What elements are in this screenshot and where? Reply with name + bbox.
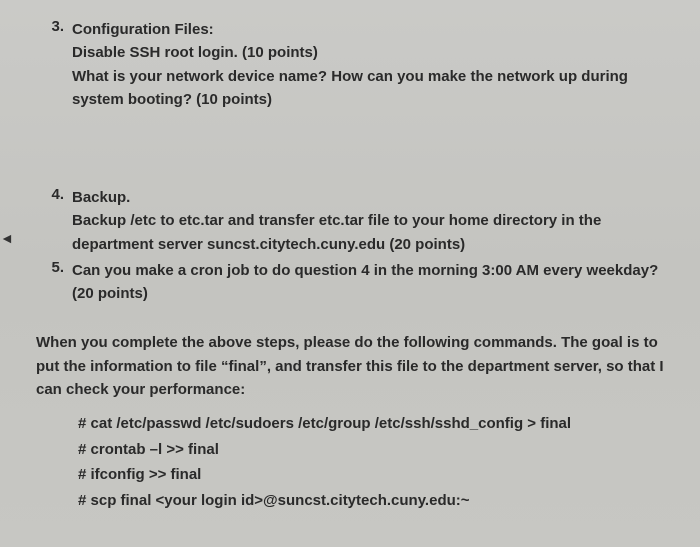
q3-line1: Disable SSH root login. (10 points) xyxy=(72,41,664,64)
question-4: 4. Backup. Backup /etc to etc.tar and tr… xyxy=(36,186,664,256)
cmd-scp: # scp final <your login id>@suncst.cityt… xyxy=(78,488,664,514)
q4-number: 4. xyxy=(36,186,72,256)
cmd-crontab: # crontab –l >> final xyxy=(78,437,664,463)
q4-body: Backup. Backup /etc to etc.tar and trans… xyxy=(72,186,664,256)
q5-body: Can you make a cron job to do question 4… xyxy=(72,259,664,306)
q4-title: Backup. xyxy=(72,186,664,209)
cmd-ifconfig: # ifconfig >> final xyxy=(78,462,664,488)
document-page: ◄ 3. Configuration Files: Disable SSH ro… xyxy=(0,0,700,547)
command-list: # cat /etc/passwd /etc/sudoers /etc/grou… xyxy=(36,411,664,513)
q3-line2: What is your network device name? How ca… xyxy=(72,65,664,112)
closing-paragraph: When you complete the above steps, pleas… xyxy=(36,331,664,401)
q5-number: 5. xyxy=(36,259,72,306)
spacer xyxy=(36,114,664,186)
q3-number: 3. xyxy=(36,18,72,111)
q3-body: Configuration Files: Disable SSH root lo… xyxy=(72,18,664,111)
q3-title: Configuration Files: xyxy=(72,18,664,41)
cmd-cat: # cat /etc/passwd /etc/sudoers /etc/grou… xyxy=(78,411,664,437)
question-5: 5. Can you make a cron job to do questio… xyxy=(36,259,664,306)
margin-mark: ◄ xyxy=(0,230,14,246)
question-3: 3. Configuration Files: Disable SSH root… xyxy=(36,18,664,111)
q4-text: Backup /etc to etc.tar and transfer etc.… xyxy=(72,209,664,256)
